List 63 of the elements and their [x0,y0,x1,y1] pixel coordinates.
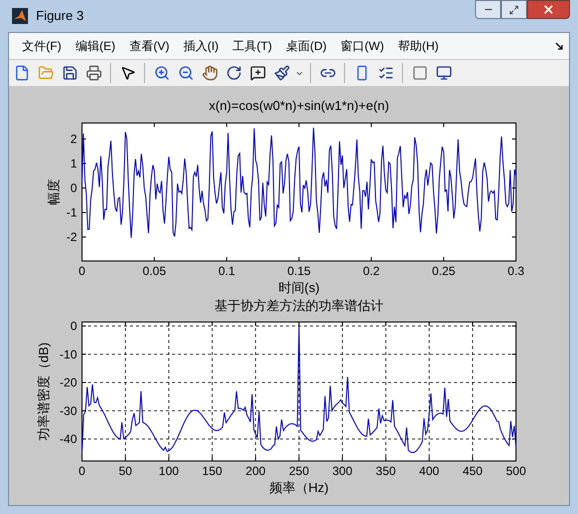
note-plus-icon [250,65,266,81]
y-axis-label: 幅度 [46,179,61,205]
y-tick-label: -2 [66,230,77,244]
close-icon [542,3,555,16]
printer-icon [86,65,102,81]
y-tick-label: -30 [60,404,77,418]
app-logo-icon [12,8,28,24]
x-tick-label: 0.15 [287,264,311,278]
list-icon [378,65,394,81]
x-axis-label: 频率（Hz) [269,480,329,495]
dock-arrow-icon[interactable] [555,42,563,50]
restore-icon [509,4,519,14]
y-tick-label: -10 [60,347,77,362]
x-axis-label: 时间(s) [278,280,320,295]
menu-item[interactable]: 桌面(D) [278,37,334,55]
plot-title: x(n)=cos(w0*n)+sin(w1*n)+e(n) [208,98,390,113]
x-tick-label: 250 [288,464,310,478]
x-tick-label: 0.3 [508,264,524,278]
y-axis-label: 功率谱密度（dB) [36,342,51,441]
y-tick-label: -1 [66,206,77,220]
rotate-icon [226,65,242,81]
x-tick-label: 0.1 [218,264,235,278]
menu-item[interactable]: 编辑(E) [68,37,122,55]
x-tick-label: 150 [202,464,222,478]
menu-item[interactable]: 工具(T) [226,37,279,55]
maximize-button[interactable] [501,0,527,19]
y-tick-label: 0 [70,319,77,333]
minimize-button[interactable] [475,0,501,19]
file-icon [14,65,30,81]
x-tick-label: 0 [78,464,86,478]
pointer-icon [120,65,136,81]
plot-title: 基于协方差方法的功率谱估计 [214,298,384,313]
folder-icon [38,65,54,81]
x-tick-label: 350 [376,464,396,478]
menu-item[interactable]: 文件(F) [15,37,68,55]
menu-item[interactable]: 窗口(W) [334,37,391,55]
x-tick-label: 300 [332,464,352,478]
zoom-out-icon [178,65,194,81]
x-tick-label: 50 [118,464,132,478]
x-tick-label: 0.2 [363,264,380,278]
y-tick-label: 2 [70,132,77,146]
x-tick-label: 500 [506,464,526,478]
x-tick-label: 0.05 [142,264,166,278]
menu-item[interactable]: 帮助(H) [390,37,446,55]
x-tick-label: 0.25 [432,264,456,278]
y-tick-label: 0 [70,181,77,195]
brush-icon [274,65,290,81]
x-tick-label: 0 [78,264,86,278]
hand-icon [202,65,218,81]
y-tick-label: -40 [60,432,77,446]
y-tick-label: -20 [60,376,77,390]
x-tick-label: 400 [419,464,440,478]
x-tick-label: 100 [158,464,179,478]
close-button[interactable] [527,0,570,19]
zoom-in-icon [154,65,170,81]
window-title: Figure 3 [36,7,84,26]
menu-item[interactable]: 查看(V) [122,37,176,55]
menu-item[interactable]: 插入(I) [176,37,226,55]
save-icon [62,65,78,81]
x-tick-label: 450 [462,464,483,478]
y-tick-label: 1 [70,156,77,170]
x-tick-label: 200 [246,464,266,478]
square-icon [412,65,428,81]
